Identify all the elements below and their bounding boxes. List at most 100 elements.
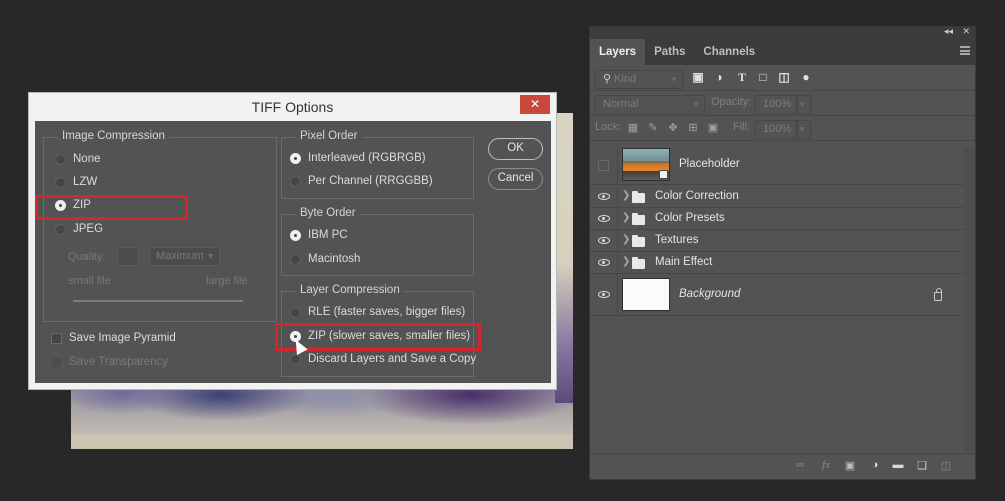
highlight-zip-image-compression [35,195,188,220]
radio-indicator [290,175,301,187]
save-image-pyramid-checkbox[interactable]: Save Image Pyramid [51,332,176,344]
lock-all-icon[interactable]: ▣ [706,121,720,134]
opacity-dropdown[interactable]: ▼ [797,95,811,114]
lock-icon [934,288,942,301]
compression-lzw-radio[interactable]: LZW [55,176,97,188]
collapse-panel-icon[interactable]: ◂◂ [944,26,953,37]
divider [617,230,618,251]
lock-label: Lock: [595,121,622,133]
eye-icon[interactable] [598,237,610,244]
kind-filter-select[interactable]: ⚲ Kind ▼ [595,70,683,89]
fx-icon[interactable]: fx [818,459,834,471]
per-channel-radio[interactable]: Per Channel (RRGGBB) [290,175,433,187]
layer-row-background[interactable]: Background [591,274,964,316]
scrollbar[interactable] [964,147,975,451]
divider [617,252,618,273]
fill-input[interactable]: 100% [755,120,797,139]
fill-label: Fill: [733,121,751,133]
quality-select: Maximum ▼ [149,247,220,266]
image-filter-icon[interactable]: ▣ [691,70,705,84]
visibility-toggle-off[interactable] [598,160,609,171]
link-layers-icon[interactable]: ∞ [792,459,808,471]
panel-menu-icon[interactable] [960,46,970,55]
eye-icon[interactable] [598,193,610,200]
option-label: LZW [73,176,98,188]
chevron-right-icon[interactable]: ❯ [622,212,630,223]
layer-row-color-presets[interactable]: ❯ Color Presets [591,208,964,230]
rle-radio[interactable]: RLE (faster saves, bigger files) [290,306,465,318]
eye-icon[interactable] [598,259,610,266]
layer-name: Placeholder [679,158,740,170]
delete-layer-icon[interactable]: ◫ [938,459,954,472]
quality-input [117,247,139,266]
opacity-value: 100% [763,98,792,110]
layer-name: Color Presets [655,212,725,224]
layer-name: Background [679,288,741,300]
blend-row: Normal ▼ Opacity: 100% ▼ [590,92,975,116]
ok-button[interactable]: OK [488,138,543,160]
layer-row-textures[interactable]: ❯ Textures [591,230,964,252]
layer-row-placeholder[interactable]: Placeholder [591,145,964,185]
discard-layers-radio[interactable]: Discard Layers and Save a Copy [290,353,476,365]
lock-row: Lock: ▦ ✎ ✥ ⊞ ▣ Fill: 100% ▼ [590,117,975,141]
divider [617,186,618,207]
checkbox-indicator [51,332,62,344]
folder-icon [632,191,645,203]
ibm-pc-radio[interactable]: IBM PC [290,229,348,241]
lock-artboard-icon[interactable]: ⊞ [686,121,700,134]
lock-transparent-pixels-icon[interactable]: ▦ [626,121,640,134]
opacity-label: Opacity: [711,96,752,108]
compression-jpeg-radio[interactable]: JPEG [55,223,103,235]
pixel-order-group: Pixel Order Interleaved (RGBRGB) Per Cha… [281,130,474,199]
tiff-options-dialog: TIFF Options ✕ Image Compression None LZ… [28,92,557,390]
eye-icon[interactable] [598,215,610,222]
shape-filter-icon[interactable]: □ [756,70,770,84]
dialog-title: TIFF Options [251,99,334,115]
layer-name: Color Correction [655,190,739,202]
lock-image-pixels-icon[interactable]: ✎ [646,121,660,134]
interleaved-radio[interactable]: Interleaved (RGBRGB) [290,152,426,164]
macintosh-radio[interactable]: Macintosh [290,253,360,265]
radio-indicator [290,152,301,164]
close-button[interactable]: ✕ [520,95,550,114]
folder-icon [632,213,645,225]
opacity-input[interactable]: 100% [755,95,797,114]
layer-thumbnail [622,278,670,311]
new-group-icon[interactable]: ▬ [890,459,906,471]
filter-toggle-icon[interactable]: ● [799,70,813,84]
adjustment-filter-icon[interactable]: ◑ [712,70,726,84]
new-adjustment-layer-icon[interactable]: ◑ [867,459,883,471]
chevron-down-icon: ▼ [670,75,678,84]
layer-row-color-correction[interactable]: ❯ Color Correction [591,186,964,208]
fill-dropdown[interactable]: ▼ [797,120,811,139]
option-label: Interleaved (RGBRGB) [308,152,426,164]
blend-mode-select[interactable]: Normal ▼ [595,95,705,114]
chevron-right-icon[interactable]: ❯ [622,234,630,245]
chevron-right-icon[interactable]: ❯ [622,190,630,201]
layer-row-main-effect[interactable]: ❯ Main Effect [591,252,964,274]
option-label: None [73,153,101,165]
chevron-right-icon[interactable]: ❯ [622,256,630,267]
close-panel-icon[interactable]: ✕ [962,26,970,37]
layer-thumbnail [622,148,670,181]
option-label: Discard Layers and Save a Copy [308,353,477,365]
eye-icon[interactable] [598,291,610,298]
add-mask-icon[interactable]: ▣ [842,459,858,472]
tab-paths[interactable]: Paths [645,39,694,65]
pixel-order-label: Pixel Order [296,130,362,142]
quality-label: Quality: [68,251,106,263]
kind-label: Kind [614,73,637,85]
smart-object-filter-icon[interactable]: ◫ [777,70,791,84]
option-label: Macintosh [308,253,361,265]
option-label: RLE (faster saves, bigger files) [308,306,466,318]
large-file-label: large file [206,275,248,287]
lock-position-icon[interactable]: ✥ [666,121,680,134]
cancel-button[interactable]: Cancel [488,168,543,190]
tab-layers[interactable]: Layers [590,39,646,65]
new-layer-icon[interactable]: ❏ [914,459,930,472]
layer-name: Main Effect [655,256,713,268]
byte-order-group: Byte Order IBM PC Macintosh [281,207,474,276]
compression-none-radio[interactable]: None [55,153,101,165]
type-filter-icon[interactable]: T [735,70,749,85]
tab-channels[interactable]: Channels [694,39,764,65]
